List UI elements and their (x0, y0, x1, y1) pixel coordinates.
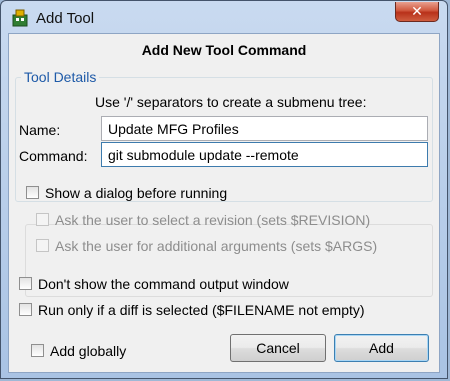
add-tool-window: Add Tool ✕ Add New Tool Command Tool Det… (0, 0, 448, 379)
add-globally-checkbox[interactable]: Add globally (31, 343, 126, 359)
checkbox-box[interactable] (19, 277, 32, 290)
show-dialog-label: Show a dialog before running (45, 185, 228, 201)
checkbox-box[interactable] (26, 186, 39, 199)
diff-only-label: Run only if a diff is selected ($FILENAM… (38, 302, 365, 318)
ask-args-label: Ask the user for additional arguments (s… (55, 238, 378, 254)
show-dialog-checkbox[interactable]: Show a dialog before running (26, 185, 227, 201)
add-globally-label: Add globally (50, 343, 127, 359)
checkbox-box[interactable] (31, 344, 44, 357)
window-title: Add Tool (36, 10, 95, 27)
app-icon (12, 9, 28, 27)
name-field[interactable] (101, 116, 428, 141)
command-field[interactable] (101, 142, 428, 167)
title-bar[interactable]: Add Tool ✕ (1, 1, 447, 35)
no-output-checkbox[interactable]: Don't show the command output window (19, 276, 289, 292)
tool-details-group-title: Tool Details (21, 69, 100, 85)
cancel-button[interactable]: Cancel (230, 334, 326, 362)
close-icon: ✕ (411, 3, 423, 19)
no-output-label: Don't show the command output window (38, 276, 289, 292)
checkbox-box[interactable] (36, 213, 49, 226)
checkbox-box[interactable] (36, 239, 49, 252)
ask-revision-checkbox[interactable]: Ask the user to select a revision (sets … (36, 212, 370, 228)
name-label: Name: (19, 122, 61, 138)
add-button[interactable]: Add (334, 334, 429, 362)
close-button[interactable]: ✕ (395, 2, 439, 22)
ask-args-checkbox[interactable]: Ask the user for additional arguments (s… (36, 238, 377, 254)
dialog-heading: Add New Tool Command (141, 42, 307, 58)
checkbox-box[interactable] (19, 303, 32, 316)
command-label: Command: (19, 148, 88, 164)
submenu-hint: Use '/' separators to create a submenu t… (95, 94, 367, 110)
dialog-body: Add New Tool Command Tool Details Use '/… (8, 33, 440, 373)
ask-revision-label: Ask the user to select a revision (sets … (55, 212, 371, 228)
diff-only-checkbox[interactable]: Run only if a diff is selected ($FILENAM… (19, 302, 365, 318)
